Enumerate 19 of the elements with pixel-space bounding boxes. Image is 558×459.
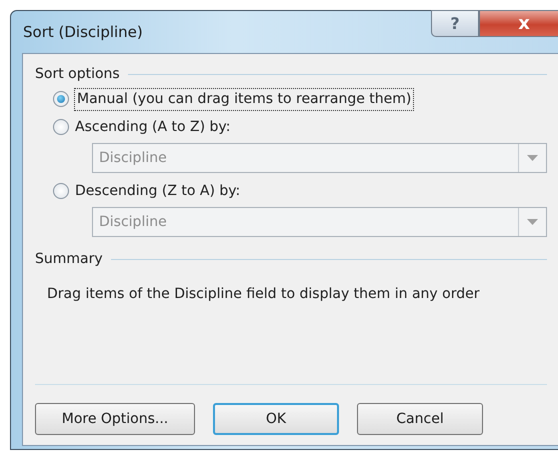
dropdown-arrow-icon	[527, 155, 538, 161]
close-button[interactable]: x	[479, 10, 558, 37]
summary-text: Drag items of the Discipline field to display them in any order	[46, 285, 480, 304]
group-heading: Summary	[35, 250, 103, 269]
window-title: Sort (Discipline)	[23, 22, 143, 43]
dialog-button[interactable]: Cancel	[357, 403, 483, 435]
radio-label[interactable]: Descending (Z to A) by:	[75, 180, 240, 202]
dialog-button[interactable]: OK	[213, 403, 339, 435]
dropdown-field: Discipline	[92, 207, 547, 237]
dropdown-arrow-icon	[527, 219, 538, 225]
radio-button[interactable]	[53, 91, 69, 107]
radio-button[interactable]	[53, 119, 69, 135]
dialog-button[interactable]: More Options...	[35, 403, 195, 435]
radio-button[interactable]	[53, 183, 69, 199]
group-heading: Sort options	[35, 65, 120, 84]
radio-label[interactable]: Ascending (A to Z) by:	[75, 116, 230, 138]
radio-label[interactable]: Manual (you can drag items to rearrange them)	[75, 88, 414, 110]
dropdown-field: Discipline	[92, 143, 547, 173]
help-button[interactable]: ?	[431, 10, 479, 37]
